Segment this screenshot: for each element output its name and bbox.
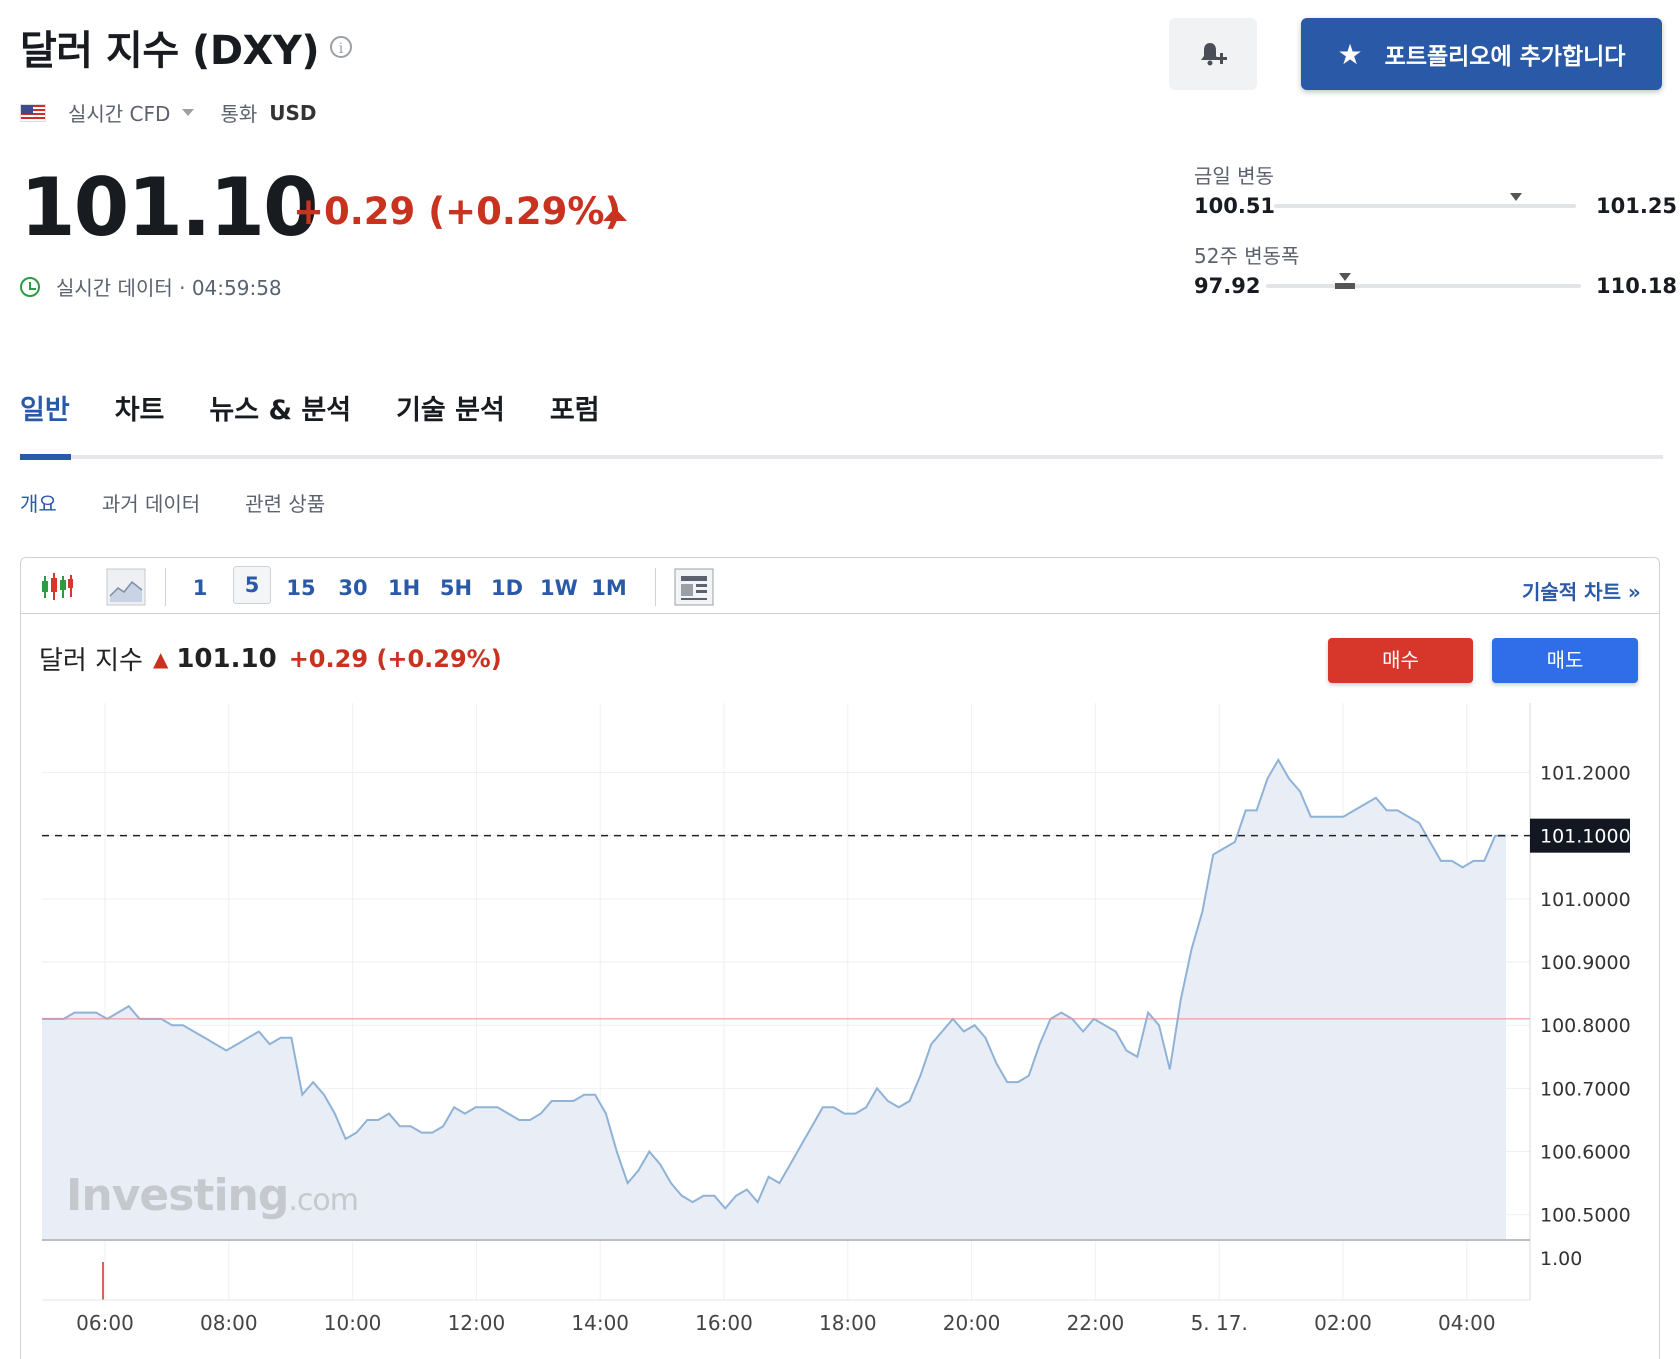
y-tick-label: 100.9000: [1540, 952, 1631, 974]
x-tick-label: 02:00: [1314, 1311, 1372, 1335]
x-tick-label: 10:00: [324, 1311, 382, 1335]
x-tick-label: 20:00: [943, 1311, 1001, 1335]
x-tick-label: 16:00: [695, 1311, 753, 1335]
x-tick-label: 12:00: [448, 1311, 506, 1335]
watermark-brand: Investing: [66, 1170, 289, 1221]
y-tick-label: 101.2000: [1540, 762, 1631, 784]
y-tick-label: 101.0000: [1540, 889, 1631, 911]
y-tick-label: 100.7000: [1540, 1078, 1631, 1100]
y-tick-label: 100.6000: [1540, 1142, 1631, 1164]
x-tick-label: 22:00: [1067, 1311, 1125, 1335]
price-area-fill: [42, 759, 1506, 1240]
x-tick-label: 14:00: [571, 1311, 629, 1335]
price-chart[interactable]: 06:00 08:00 10:00 12:00 14:00 16:00 18:00 20:00…: [0, 0, 1680, 1359]
x-tick-label: 04:00: [1438, 1311, 1496, 1335]
y-tick-label: 100.5000: [1540, 1205, 1631, 1227]
x-tick-label: 5. 17.: [1191, 1311, 1248, 1335]
x-tick-label: 18:00: [819, 1311, 877, 1335]
watermark-suffix: .com: [288, 1183, 359, 1218]
volume-axis-label: 1.00: [1540, 1248, 1582, 1270]
x-tick-label: 06:00: [76, 1311, 134, 1335]
current-price-label: 101.1000: [1540, 826, 1631, 848]
x-tick-label: 08:00: [200, 1311, 258, 1335]
y-tick-label: 100.8000: [1540, 1015, 1631, 1037]
investing-watermark-logo: Investing.com: [66, 1170, 359, 1221]
